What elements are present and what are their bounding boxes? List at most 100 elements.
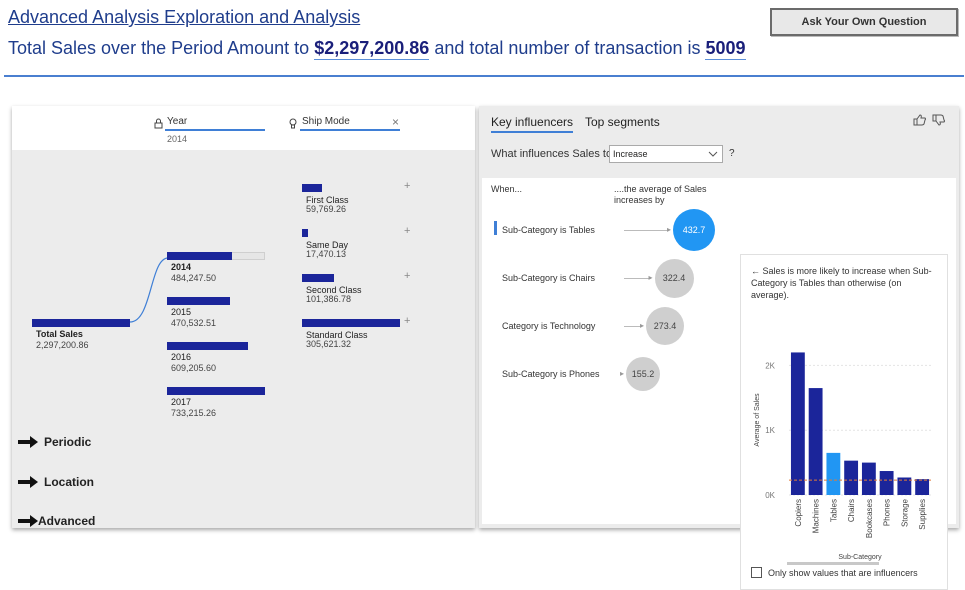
nav-location-label: Location [44, 475, 94, 489]
bar-supplies[interactable] [915, 479, 930, 495]
bar-phones[interactable] [879, 471, 894, 495]
shipmode-node-bar[interactable] [302, 274, 334, 282]
arrow-right-icon [18, 436, 38, 448]
shipmode-node-bar[interactable] [302, 319, 400, 327]
x-tick-label: Chairs [847, 499, 856, 522]
expand-plus-icon[interactable]: + [404, 180, 410, 192]
influencer-connector [624, 278, 651, 279]
shipmode-node-value: 305,621.32 [306, 339, 352, 349]
connector-arrowhead: ▸ [620, 369, 625, 378]
influencer-connector [624, 230, 669, 231]
arrow-right-icon [18, 515, 38, 527]
bar-chairs[interactable] [844, 460, 859, 495]
y-axis-label: Average of Sales [754, 393, 761, 447]
horizontal-scrollbar[interactable] [787, 562, 879, 565]
question-label: What influences Sales to [491, 148, 613, 160]
influencer-detail-card: ← Sales is more likely to increase when … [740, 254, 948, 590]
key-influencers-panel: Key influencers Top segments What influe… [479, 106, 959, 590]
year-node-value: 470,532.51 [171, 318, 217, 328]
decomposition-tree-panel: Year 2014 Ship Mode × Total Sales 2,297,… [12, 106, 475, 528]
thumbs-up-icon[interactable] [913, 114, 927, 129]
influencer-bubble[interactable]: 432.7 [673, 209, 715, 251]
x-tick-label: Bookcases [865, 499, 874, 538]
expand-plus-icon[interactable]: + [404, 225, 410, 237]
sub-category-chart: 0K 1K 2K Average of Sales Copiers Machines Tab… [754, 352, 931, 565]
bar-copiers[interactable] [790, 352, 805, 495]
only-influencers-checkbox[interactable]: Only show values that are influencers [751, 567, 918, 578]
direction-dropdown-value: Increase [613, 149, 648, 159]
selected-marker [494, 221, 497, 235]
year-node-bar[interactable] [167, 387, 265, 395]
influencer-label: Sub-Category is Chairs [502, 273, 596, 283]
influencer-row[interactable]: Category is Technology [494, 315, 734, 337]
year-node-label: 2016 [171, 352, 192, 362]
x-tick-label: Supplies [918, 499, 927, 530]
x-axis-label: Sub-Category [838, 554, 882, 561]
x-tick-label: Phones [883, 499, 892, 526]
connector-arrowhead: ▸ [640, 321, 645, 330]
influencer-bubble[interactable]: 155.2 [626, 357, 660, 391]
x-tick-label: Machines [812, 499, 821, 533]
chevron-down-icon [708, 146, 718, 168]
tab-key-influencers[interactable]: Key influencers [491, 115, 574, 133]
x-tick-label: Copiers [794, 499, 803, 527]
year-node-bar[interactable] [167, 342, 248, 350]
root-node-value: 2,297,200.86 [36, 340, 89, 350]
transaction-count-value: 5009 [705, 38, 746, 60]
y-tick-label: 0K [765, 491, 775, 500]
influencer-bubble[interactable]: 273.4 [646, 307, 684, 345]
nav-periodic[interactable]: Periodic [18, 435, 91, 449]
checkbox-box[interactable] [751, 567, 762, 578]
ask-question-button[interactable]: Ask Your Own Question [770, 8, 958, 36]
summary-middle: and total number of transaction is [429, 38, 706, 58]
x-tick-label: Storage [900, 498, 909, 527]
detail-description: ← Sales is more likely to increase when … [751, 265, 941, 301]
help-icon[interactable]: ? [729, 148, 735, 159]
bar-bookcases[interactable] [861, 462, 876, 495]
bar-machines[interactable] [808, 388, 823, 495]
root-node-label: Total Sales [36, 329, 83, 339]
year-node-label: 2015 [171, 307, 192, 317]
back-arrow-icon[interactable]: ← [751, 266, 760, 276]
expand-plus-icon[interactable]: + [404, 270, 410, 282]
year-node-label: 2014 [171, 262, 192, 272]
connector-arrowhead: ▸ [648, 273, 653, 282]
thumbs-down-icon[interactable] [932, 114, 946, 129]
shipmode-node-bar[interactable] [302, 229, 308, 237]
root-node-bar[interactable] [32, 319, 130, 327]
year-node-value: 733,215.26 [171, 408, 217, 418]
influencer-label: Sub-Category is Tables [502, 225, 595, 235]
total-sales-value: $2,297,200.86 [314, 38, 430, 60]
checkbox-label: Only show values that are influencers [768, 567, 918, 578]
influencer-bubble[interactable]: 322.4 [654, 258, 694, 298]
influencer-label: Sub-Category is Phones [502, 369, 600, 379]
shipmode-node-value: 17,470.13 [306, 249, 347, 259]
influencers-body: When... ....the average of Sales increas… [482, 178, 956, 590]
bar-tables[interactable] [826, 452, 841, 495]
column-average: ....the average of Sales increases by [614, 184, 707, 205]
direction-dropdown[interactable]: Increase [609, 145, 723, 163]
detail-text: Sales is more likely to increase when Su… [751, 266, 932, 300]
summary-line: Total Sales over the Period Amount to $2… [8, 38, 746, 60]
influencer-row[interactable]: Sub-Category is Chairs [494, 267, 734, 289]
y-tick-label: 1K [765, 426, 775, 435]
report-title[interactable]: Advanced Analysis Exploration and Analys… [8, 7, 360, 28]
influencer-label: Category is Technology [502, 321, 596, 331]
connector-arrowhead: ▸ [667, 225, 672, 234]
tab-top-segments[interactable]: Top segments [585, 115, 660, 129]
header-divider [4, 75, 964, 77]
arrow-right-icon [18, 476, 38, 488]
nav-advanced[interactable]: Advanced [18, 514, 95, 528]
year-node-value: 484,247.50 [171, 273, 217, 283]
shipmode-node-value: 101,386.78 [306, 294, 352, 304]
expand-plus-icon[interactable]: + [404, 315, 410, 327]
influencer-row[interactable]: Sub-Category is Phones [494, 363, 734, 385]
year-node-label: 2017 [171, 397, 192, 407]
summary-prefix: Total Sales over the Period Amount to [8, 38, 315, 58]
year-node-bar[interactable] [167, 252, 232, 260]
shipmode-node-value: 59,769.26 [306, 204, 347, 214]
year-node-bar[interactable] [167, 297, 230, 305]
x-tick-label: Tables [829, 499, 838, 522]
nav-location[interactable]: Location [18, 475, 94, 489]
shipmode-node-bar[interactable] [302, 184, 322, 192]
